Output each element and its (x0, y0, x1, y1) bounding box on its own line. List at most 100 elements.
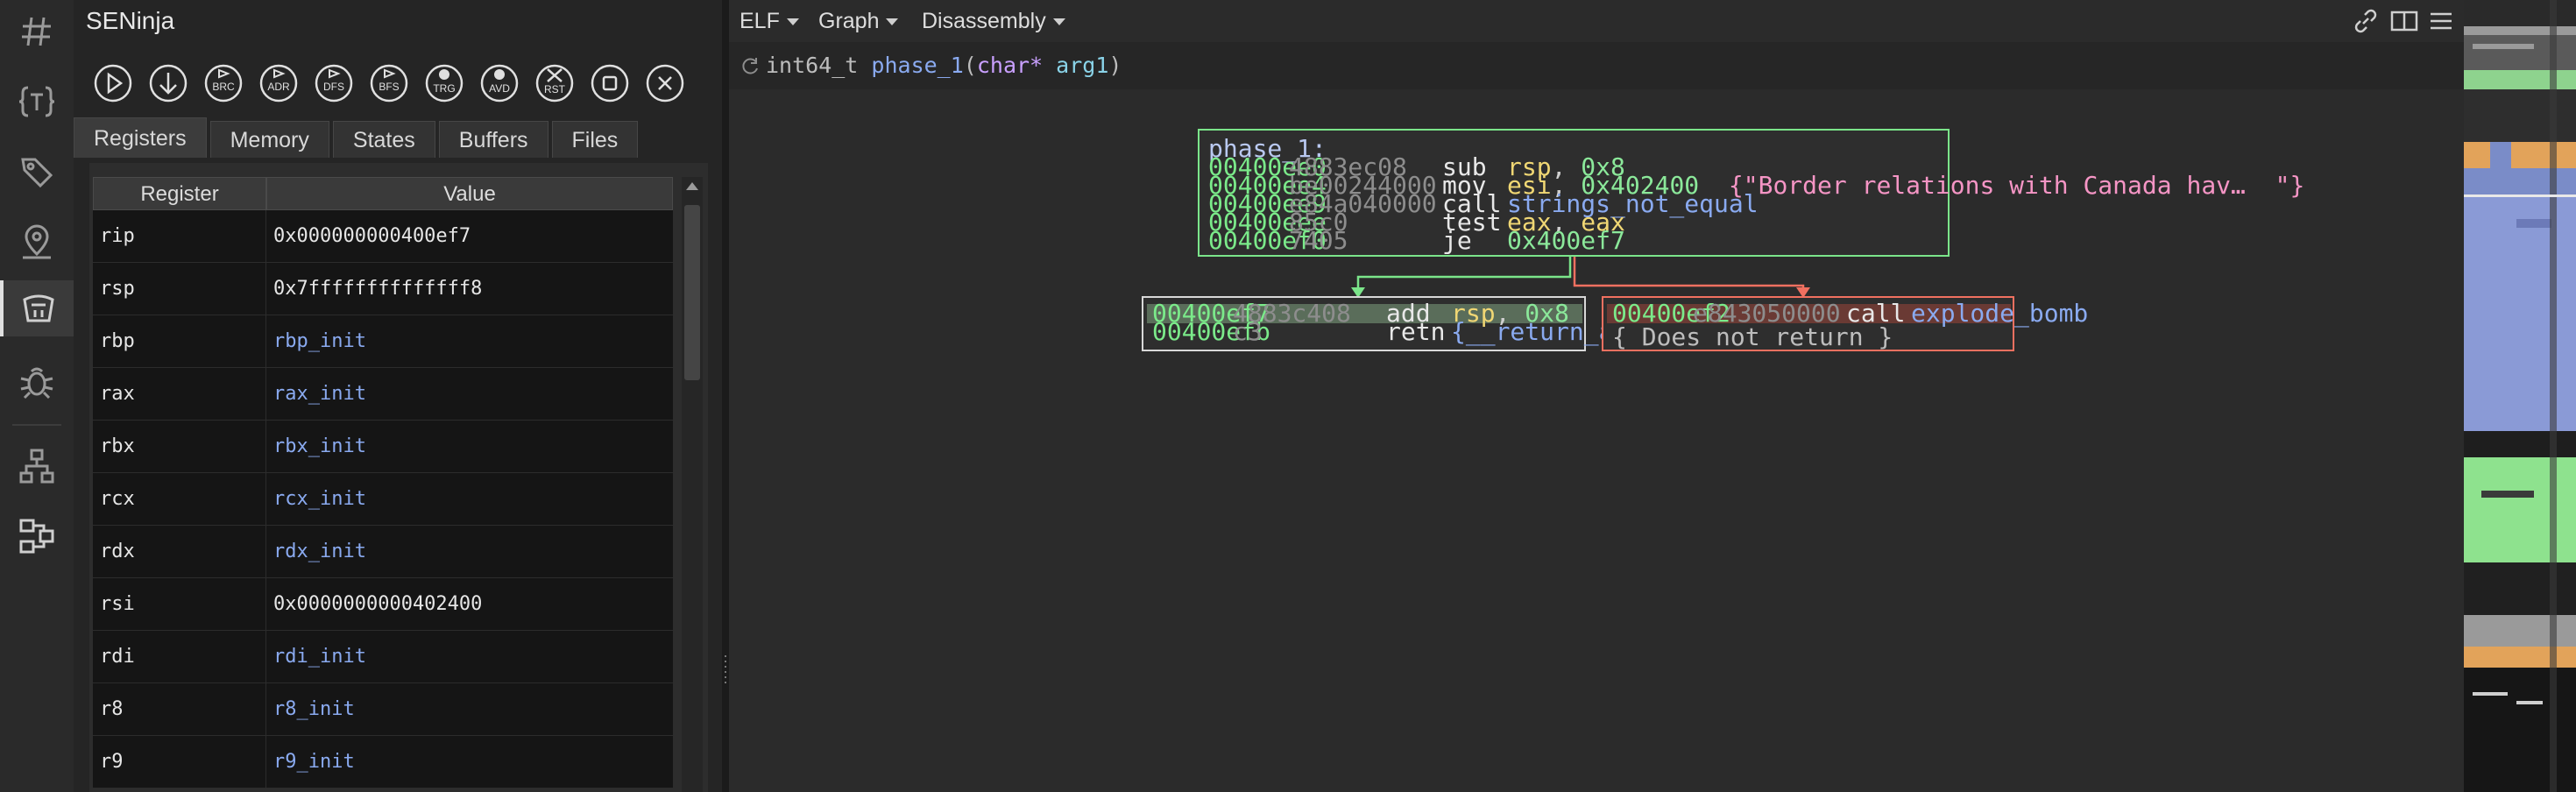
close-icon[interactable] (643, 61, 687, 105)
chevron-down-icon (886, 18, 899, 26)
param-type: char* (976, 53, 1044, 78)
register-name-cell: r8 (93, 683, 266, 736)
run-dfs-button[interactable]: DFS (312, 61, 356, 105)
toolbar-adr-label: ADR (267, 81, 290, 93)
register-name-cell: rip (93, 210, 266, 263)
hash-icon[interactable] (0, 4, 74, 60)
graph-menu-label: Graph (818, 9, 880, 33)
link-icon[interactable] (2350, 5, 2381, 37)
seninja-sidebar: SENinja BRC ADR DFS BFS TRG AVD RST Regi… (74, 0, 722, 792)
toolbar-rst-label: RST (544, 83, 566, 95)
graph-menu[interactable]: Graph (818, 0, 899, 42)
register-name-cell: rdx (93, 526, 266, 578)
register-value-cell[interactable]: rdx_init (266, 526, 673, 578)
seninja-icon[interactable] (0, 280, 74, 336)
table-row[interactable]: rsi 0x0000000000402400 (93, 578, 673, 631)
true-branch-edge (1356, 257, 1572, 290)
toolbar-bfs-label: BFS (379, 81, 399, 93)
register-name-cell: rsp (93, 263, 266, 315)
register-name-cell: rbp (93, 315, 266, 368)
register-value-cell[interactable]: 0x7ffffffffffffff8 (266, 263, 673, 315)
feature-map-minimap[interactable] (2464, 0, 2576, 792)
scroll-up-icon[interactable] (686, 182, 698, 190)
operand-value[interactable]: 0x400ef7 (1507, 226, 1625, 255)
register-value-cell[interactable]: 0x0000000000402400 (266, 578, 673, 631)
param-name[interactable]: arg1 (1056, 53, 1108, 78)
step-into-button[interactable] (146, 61, 190, 105)
paren-close: ) (1108, 53, 1122, 78)
register-value-cell[interactable]: rdi_init (266, 631, 673, 683)
bug-icon[interactable] (0, 354, 74, 410)
register-value-cell[interactable]: rcx_init (266, 473, 673, 526)
run-until-address-button[interactable]: ADR (257, 61, 301, 105)
instruction-operands: 0x400ef7 (1507, 223, 1625, 258)
stop-button[interactable] (588, 61, 632, 105)
chevron-down-icon (1052, 18, 1065, 26)
paren-open: ( (963, 53, 977, 78)
run-button[interactable] (91, 61, 135, 105)
instruction-line[interactable]: 00400efb c3 retn {__return_addr} (1152, 315, 1673, 350)
tab-states[interactable]: States (332, 121, 435, 158)
elf-menu[interactable]: ELF (740, 0, 799, 42)
run-until-branch-button[interactable]: BRC (202, 61, 245, 105)
column-header-value[interactable]: Value (266, 177, 673, 210)
entry-basic-block[interactable]: phase_1: 00400ee0 4883ec08 sub rsp, 0x8 0040… (1198, 129, 2304, 258)
register-value-cell[interactable]: 0x000000000400ef7 (266, 210, 673, 263)
hierarchy-icon[interactable] (0, 438, 74, 494)
register-value-cell[interactable]: rbp_init (266, 315, 673, 368)
instruction-bytes: 7405 (1289, 226, 1348, 255)
registers-scrollbar[interactable] (682, 177, 703, 792)
table-row[interactable]: rcx rcx_init (93, 473, 673, 526)
register-value-cell[interactable]: r8_init (266, 683, 673, 736)
instruction-mnemonic: je (1442, 226, 1472, 255)
table-row[interactable]: rsp 0x7ffffffffffffff8 (93, 263, 673, 315)
left-icon-rail (0, 0, 74, 792)
tab-registers[interactable]: Registers (74, 117, 207, 158)
table-row[interactable]: rbp rbp_init (93, 315, 673, 368)
function-signature-bar: int64_t phase_1(char* arg1) (729, 42, 2464, 90)
run-bfs-button[interactable]: BFS (367, 61, 411, 105)
function-name[interactable]: phase_1 (871, 53, 963, 78)
minimap-viewport-indicator[interactable] (2464, 194, 2576, 197)
set-avoid-button[interactable]: AVD (478, 61, 521, 105)
column-header-register[interactable]: Register (93, 177, 266, 210)
hamburger-menu-icon[interactable] (2425, 5, 2457, 37)
table-row[interactable]: r9 r9_init (93, 736, 673, 788)
instruction-line[interactable]: 00400ef0 7405 je 0x400ef7 (1208, 223, 1936, 258)
register-value-cell[interactable]: r9_init (266, 736, 673, 788)
disassembly-menu[interactable]: Disassembly (922, 0, 1065, 42)
table-row[interactable]: rax rax_init (93, 368, 673, 421)
cross-references-icon[interactable] (0, 508, 74, 564)
tab-memory[interactable]: Memory (209, 121, 329, 158)
refresh-icon[interactable] (741, 56, 761, 75)
register-name-cell: rdi (93, 631, 266, 683)
table-row[interactable]: rdi rdi_init (93, 631, 673, 683)
tab-files[interactable]: Files (551, 121, 639, 158)
reset-button[interactable]: RST (533, 61, 577, 105)
false-basic-block[interactable]: 00400ef2 e843050000 call explode_bomb { Doe… (1602, 296, 2088, 351)
register-name-cell: r9 (93, 736, 266, 788)
table-row[interactable]: r8 r8_init (93, 683, 673, 736)
registers-panel: Register Value rip 0x000000000400ef7 rsp 0x… (89, 163, 708, 792)
toolbar-avd-label: AVD (489, 82, 510, 95)
tag-icon[interactable] (0, 144, 74, 200)
scrollbar-thumb[interactable] (684, 205, 700, 380)
set-target-button[interactable]: TRG (422, 61, 466, 105)
false-branch-edge (1573, 257, 1805, 290)
register-value-cell[interactable]: rbx_init (266, 421, 673, 473)
location-pin-icon[interactable] (0, 214, 74, 270)
true-basic-block[interactable]: 00400ef7 4883c408 add rsp, 0x8 00400efb c3 ret… (1142, 296, 1673, 351)
instruction-bytes: c3 (1233, 317, 1263, 346)
chevron-down-icon (786, 18, 799, 26)
panel-splitter[interactable] (722, 0, 729, 792)
table-row[interactable]: rdx rdx_init (93, 526, 673, 578)
tab-buffers[interactable]: Buffers (438, 121, 548, 158)
table-row[interactable]: rbx rbx_init (93, 421, 673, 473)
call-target[interactable]: explode_bomb (1911, 296, 2088, 331)
types-icon[interactable] (0, 74, 74, 130)
graph-canvas[interactable]: phase_1: 00400ee0 4883ec08 sub rsp, 0x8 0040… (729, 89, 2464, 792)
split-view-icon[interactable] (2388, 5, 2420, 37)
table-row[interactable]: rip 0x000000000400ef7 (93, 210, 673, 263)
sidebar-title: SENinja (86, 7, 175, 34)
register-value-cell[interactable]: rax_init (266, 368, 673, 421)
